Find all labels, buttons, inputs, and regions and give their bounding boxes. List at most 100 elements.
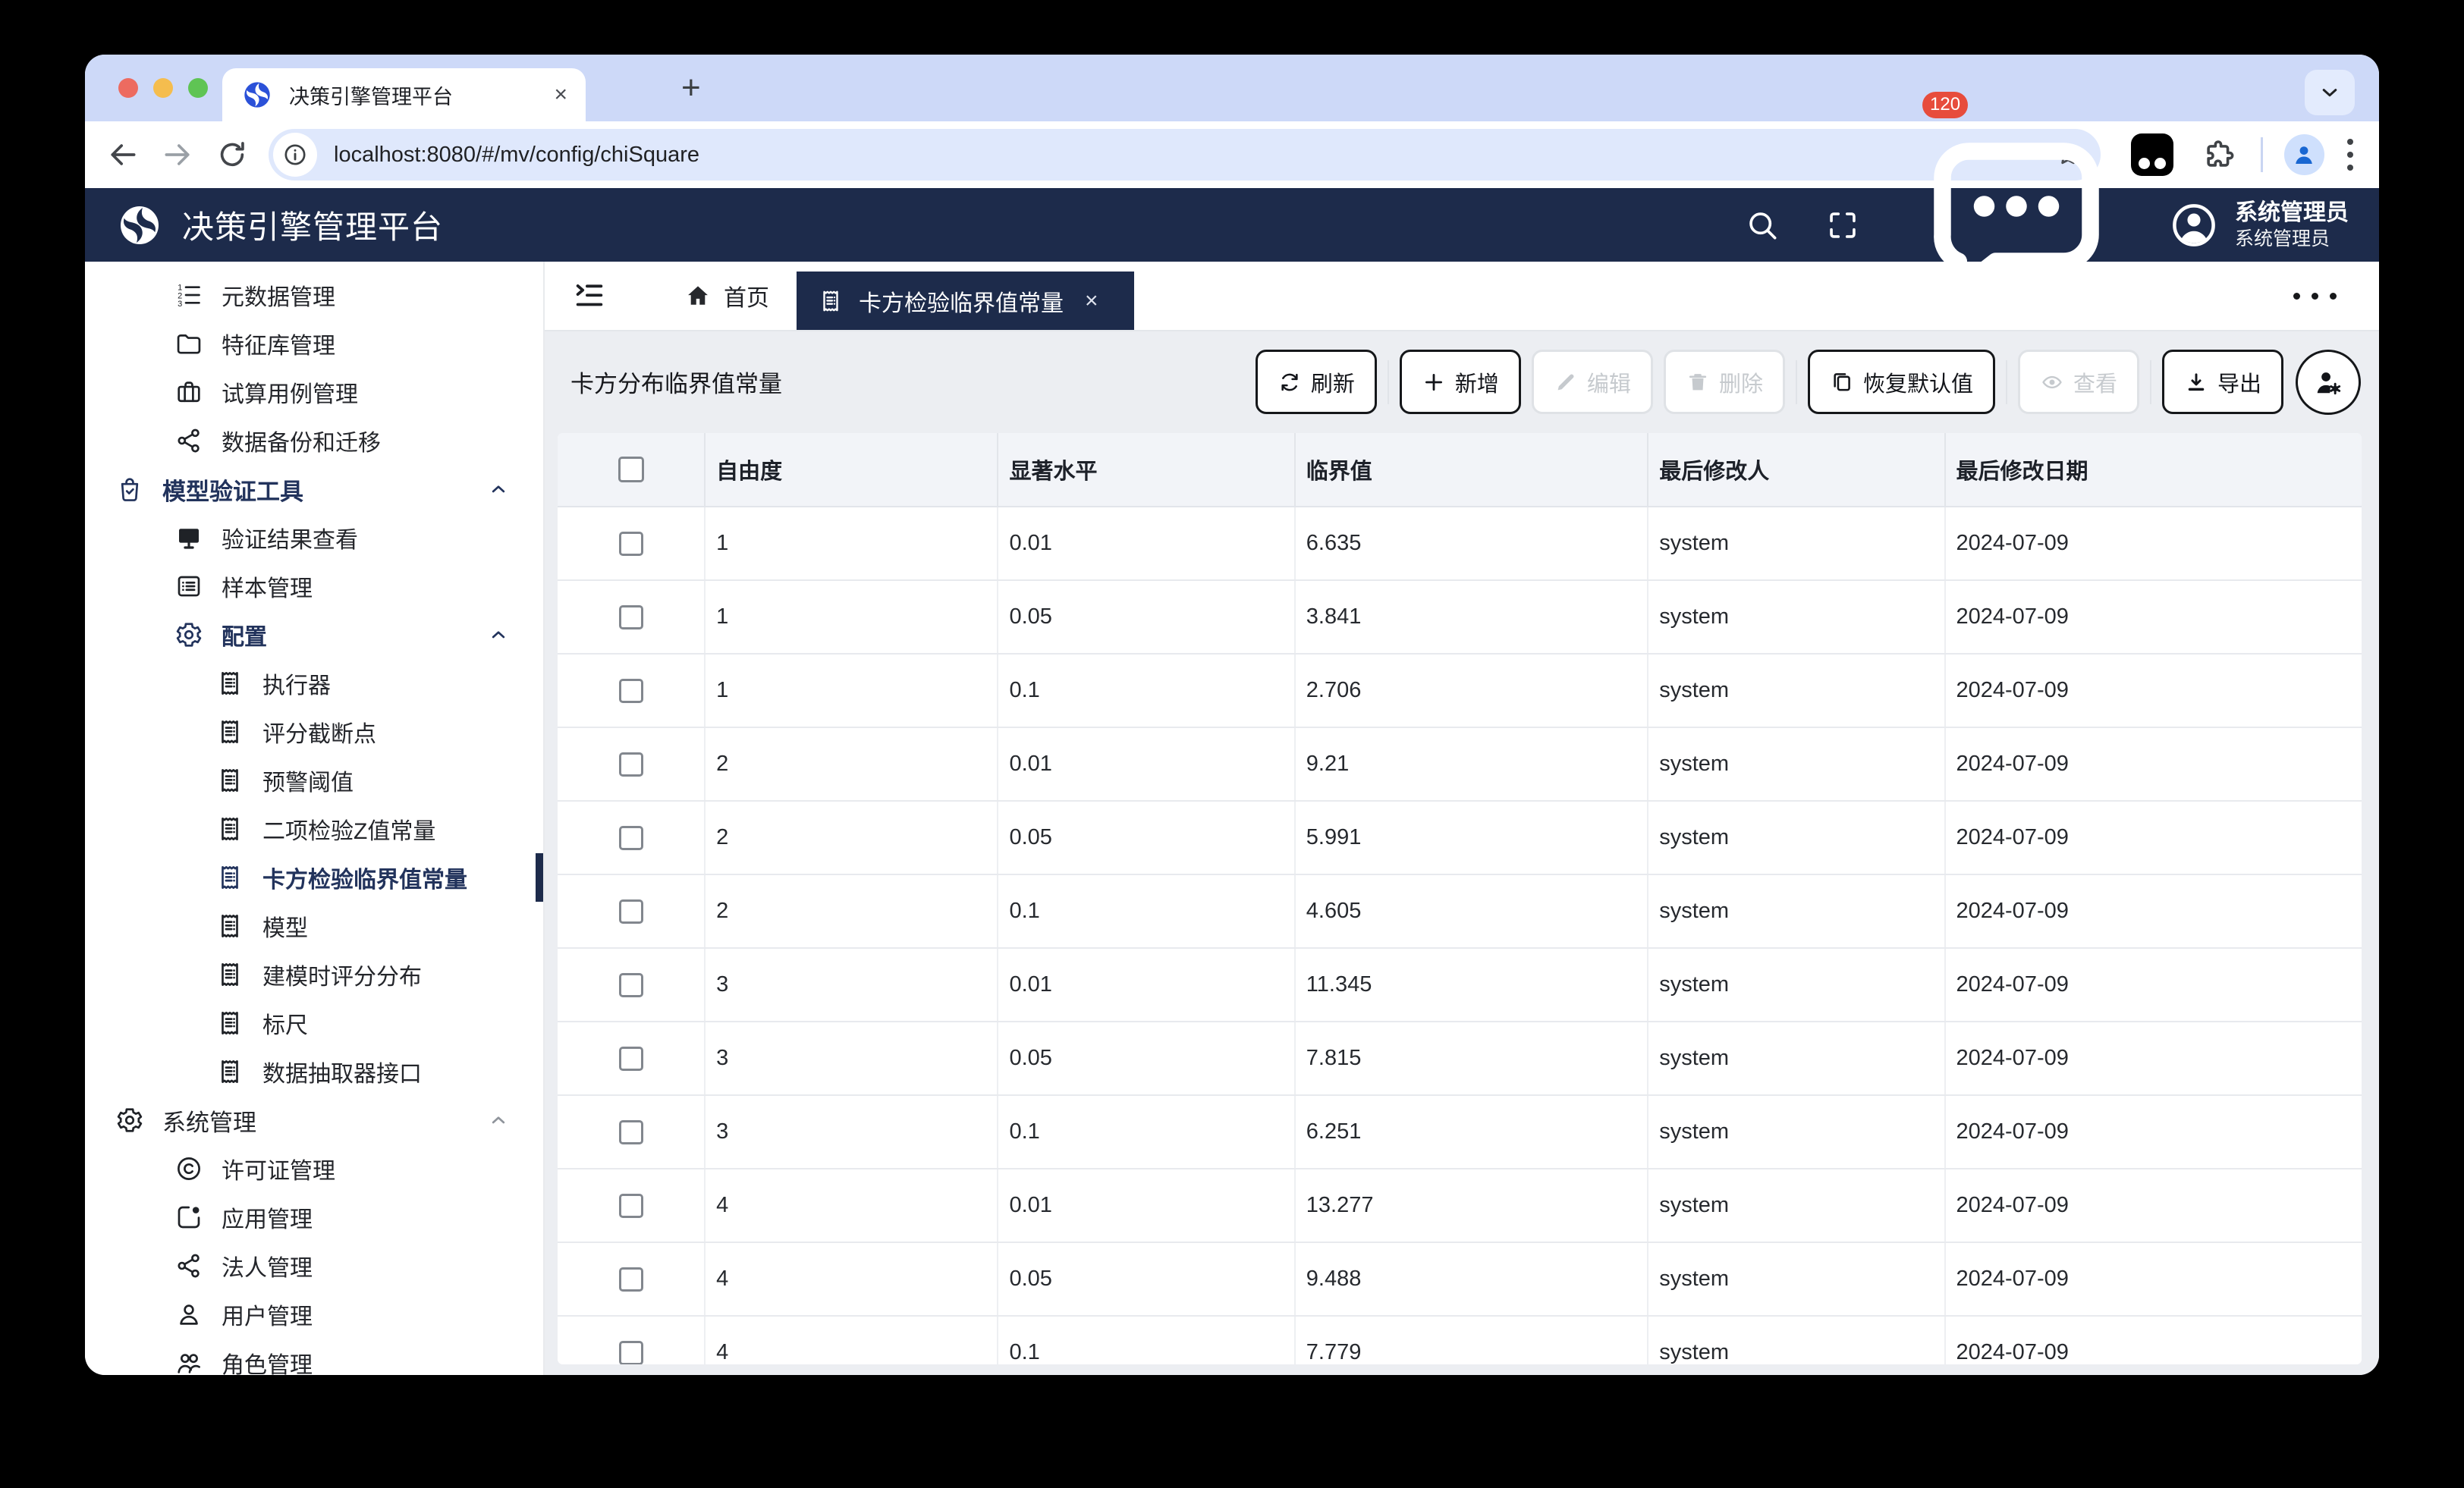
url-text[interactable]: localhost:8080/#/mv/config/chiSquare	[334, 143, 2054, 168]
sidebar-item-sample[interactable]: 样本管理	[85, 562, 543, 611]
breadcrumb-home[interactable]: 首页	[672, 279, 769, 312]
restore-icon	[1830, 370, 1854, 394]
table-row[interactable]: 2 0.01 9.21 system 2024-07-09	[558, 727, 2362, 802]
table-cell: 0.1	[998, 1316, 1296, 1364]
row-checkbox[interactable]	[618, 752, 643, 777]
tab-close-icon[interactable]: ×	[554, 83, 567, 106]
zoom-window-button[interactable]	[188, 78, 208, 98]
select-all-checkbox[interactable]	[618, 457, 644, 482]
row-checkbox[interactable]	[618, 899, 643, 924]
sidebar-group-model-validate[interactable]: 模型验证工具	[85, 465, 543, 513]
sidebar-item-score-dist[interactable]: 建模时评分分布	[85, 950, 543, 999]
table-cell: 2024-07-09	[1944, 1169, 2362, 1243]
table-row[interactable]: 2 0.05 5.991 system 2024-07-09	[558, 801, 2362, 875]
browser-menu-button[interactable]	[2347, 139, 2354, 171]
restore-defaults-button[interactable]: 恢复默认值	[1807, 350, 1995, 414]
column-header: 最后修改人	[1648, 433, 1946, 507]
table-row[interactable]: 4 0.05 9.488 system 2024-07-09	[558, 1242, 2362, 1317]
address-bar[interactable]: localhost:8080/#/mv/config/chiSquare	[269, 129, 2101, 181]
extension-button[interactable]	[2130, 133, 2173, 176]
row-checkbox[interactable]	[618, 1193, 643, 1218]
table-row[interactable]: 3 0.1 6.251 system 2024-07-09	[558, 1095, 2362, 1169]
sidebar-item-application[interactable]: 应用管理	[85, 1193, 543, 1242]
table-row[interactable]: 3 0.05 7.815 system 2024-07-09	[558, 1022, 2362, 1096]
sidebar-item-label: 系统管理	[162, 1109, 256, 1136]
user-info[interactable]: 系统管理员 系统管理员	[2235, 199, 2349, 251]
row-checkbox[interactable]	[618, 1267, 643, 1292]
back-button[interactable]	[106, 138, 140, 171]
table-cell: 0.01	[998, 507, 1296, 581]
active-page-tab[interactable]: 卡方检验临界值常量 ×	[797, 272, 1134, 330]
sidebar-item-feature-lib[interactable]: 特征库管理	[85, 319, 543, 368]
refresh-button[interactable]: 刷新	[1255, 350, 1377, 414]
table-cell: 4	[705, 1316, 999, 1364]
row-checkbox[interactable]	[618, 1046, 643, 1071]
sidebar-group-system[interactable]: 系统管理	[85, 1096, 543, 1144]
sidebar-item-alert-threshold[interactable]: 预警阈值	[85, 756, 543, 805]
table-cell: 1	[705, 654, 999, 728]
site-info-chip[interactable]	[273, 133, 317, 177]
sidebar-item-extractor-api[interactable]: 数据抽取器接口	[85, 1047, 543, 1096]
close-window-button[interactable]	[118, 78, 138, 98]
forward-button[interactable]	[161, 138, 194, 171]
table-row[interactable]: 2 0.1 4.605 system 2024-07-09	[558, 874, 2362, 949]
sidebar-item-backup[interactable]: 数据备份和迁移	[85, 416, 543, 465]
sidebar-item-validate-result[interactable]: 验证结果查看	[85, 513, 543, 562]
chevron-up-icon	[487, 1109, 510, 1132]
sidebar-item-license[interactable]: 许可证管理	[85, 1144, 543, 1193]
page-title: 卡方分布临界值常量	[570, 371, 782, 397]
row-checkbox[interactable]	[618, 678, 643, 703]
gear-icon	[174, 620, 203, 649]
new-tab-button[interactable]: +	[681, 71, 701, 105]
table-row[interactable]: 4 0.01 13.277 system 2024-07-09	[558, 1169, 2362, 1243]
sidebar-item-user[interactable]: 用户管理	[85, 1290, 543, 1339]
table-row[interactable]: 4 0.1 7.779 system 2024-07-09	[558, 1316, 2362, 1364]
export-button[interactable]: 导出	[2161, 350, 2283, 414]
sidebar-item-metadata[interactable]: 1 2 3 元数据管理	[85, 271, 543, 319]
sidebar-item-ruler[interactable]: 标尺	[85, 999, 543, 1047]
extensions-puzzle-icon[interactable]	[2202, 137, 2236, 172]
minimize-window-button[interactable]	[153, 78, 173, 98]
row-checkbox[interactable]	[618, 825, 643, 850]
sidebar-item-chi-square[interactable]: 卡方检验临界值常量	[85, 853, 543, 902]
collapse-sidebar-icon[interactable]	[572, 278, 607, 313]
sidebar-item-label: 卡方检验临界值常量	[262, 868, 467, 893]
table-cell: 2024-07-09	[1944, 948, 2362, 1022]
sidebar-item-legal-entity[interactable]: 法人管理	[85, 1242, 543, 1290]
view-button[interactable]: 查看	[2017, 350, 2139, 414]
table-row[interactable]: 3 0.01 11.345 system 2024-07-09	[558, 948, 2362, 1022]
sidebar-item-executor[interactable]: 执行器	[85, 659, 543, 708]
table-cell: 11.345	[1294, 948, 1649, 1022]
toolbar-group-divider	[1795, 359, 1797, 404]
browser-tab[interactable]: 决策引擎管理平台 ×	[222, 68, 586, 121]
table-row[interactable]: 1 0.01 6.635 system 2024-07-09	[558, 507, 2362, 581]
row-checkbox[interactable]	[618, 972, 643, 997]
row-checkbox[interactable]	[618, 531, 643, 556]
edit-button[interactable]: 编辑	[1531, 350, 1653, 414]
row-checkbox[interactable]	[618, 1340, 643, 1364]
table-cell: 2024-07-09	[1944, 1022, 2362, 1096]
table-row[interactable]: 1 0.05 3.841 system 2024-07-09	[558, 580, 2362, 655]
table-row[interactable]: 1 0.1 2.706 system 2024-07-09	[558, 654, 2362, 728]
sidebar-group-config[interactable]: 配置	[85, 611, 543, 659]
user-avatar[interactable]	[2170, 201, 2218, 250]
sidebar-item-trial-case[interactable]: 试算用例管理	[85, 368, 543, 416]
sidebar-item-score-cutoff[interactable]: 评分截断点	[85, 708, 543, 756]
tab-search-button[interactable]	[2305, 70, 2355, 115]
fullscreen-icon[interactable]	[1825, 208, 1860, 243]
table-cell: 2024-07-09	[1944, 1242, 2362, 1317]
page-tab-close-icon[interactable]: ×	[1085, 289, 1098, 312]
sidebar-item-model[interactable]: 模型	[85, 902, 543, 950]
add-button[interactable]: 新增	[1399, 350, 1521, 414]
reload-button[interactable]	[215, 138, 249, 171]
sidebar-item-role[interactable]: 角色管理	[85, 1339, 543, 1375]
browser-profile-button[interactable]	[2283, 134, 2325, 175]
table-cell: 2024-07-09	[1944, 507, 2362, 581]
column-settings-button[interactable]	[2296, 349, 2361, 415]
row-checkbox[interactable]	[618, 1119, 643, 1144]
delete-button[interactable]: 删除	[1663, 350, 1785, 414]
row-checkbox[interactable]	[618, 604, 643, 629]
search-icon[interactable]	[1745, 208, 1780, 243]
sidebar-item-binomial-z[interactable]: 二项检验Z值常量	[85, 805, 543, 853]
tab-options-button[interactable]	[2293, 292, 2337, 300]
